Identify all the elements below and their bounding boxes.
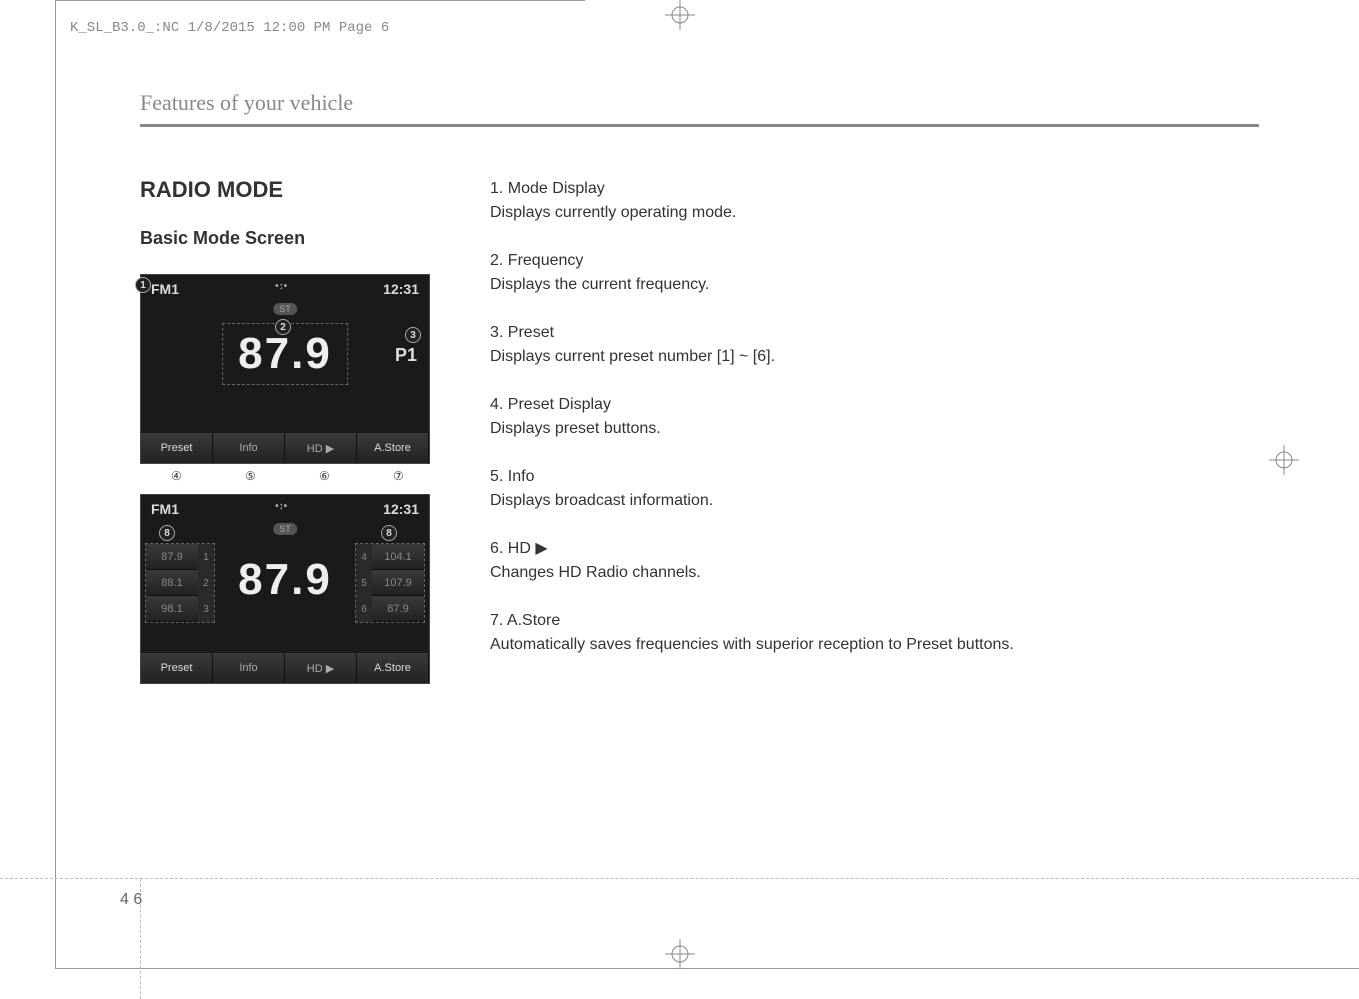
document-header-info: K_SL_B3.0_:NC 1/8/2015 12:00 PM Page 6 <box>70 20 389 36</box>
desc-body: Displays the current frequency. <box>490 276 709 293</box>
print-guide-top <box>55 0 585 1</box>
astore-button[interactable]: A.Store <box>357 433 429 463</box>
callout-6: ⑥ <box>319 469 330 483</box>
registration-mark-top <box>665 0 695 30</box>
desc-title: 4. Preset Display <box>490 393 1259 417</box>
desc-body: Displays currently operating mode. <box>490 204 736 221</box>
preset-num-5: 5 <box>356 570 372 596</box>
desc-mode-display: 1. Mode Display Displays currently opera… <box>490 177 1259 225</box>
section-header: Features of your vehicle <box>140 90 1259 127</box>
callout-7: ⑦ <box>393 469 404 483</box>
desc-body: Automatically saves frequencies with sup… <box>490 636 1014 653</box>
signal-icon: •↕• <box>275 281 287 297</box>
preset-3[interactable]: 98.1 <box>146 596 198 622</box>
callout-4: ④ <box>171 469 182 483</box>
preset-num-3: 3 <box>198 596 214 622</box>
preset-button[interactable]: Preset <box>141 433 213 463</box>
callout-5: ⑤ <box>245 469 256 483</box>
preset-indicator: P1 <box>395 345 417 366</box>
print-guide-left <box>55 0 56 969</box>
preset-num-1: 1 <box>198 544 214 570</box>
preset-button[interactable]: Preset <box>141 653 213 683</box>
preset-4[interactable]: 104.1 <box>372 544 424 570</box>
callout-1: 1 <box>135 277 151 293</box>
callout-2: 2 <box>275 319 291 335</box>
desc-title: 3. Preset <box>490 321 1259 345</box>
main-heading: RADIO MODE <box>140 177 430 203</box>
desc-title: 5. Info <box>490 465 1259 489</box>
hd-button[interactable]: HD ▶ <box>285 653 357 683</box>
info-button[interactable]: Info <box>213 653 285 683</box>
preset-6[interactable]: 87.9 <box>372 596 424 622</box>
button-bar: Preset Info HD ▶ A.Store <box>141 433 429 463</box>
clock: 12:31 <box>383 501 419 517</box>
callout-8-left: 8 <box>159 525 175 541</box>
desc-hd: 6. HD ▶ Changes HD Radio channels. <box>490 537 1259 585</box>
radio-screenshot-1: FM1 •↕• 12:31 ST 87.9 P1 1 2 3 Preset In… <box>140 274 430 464</box>
print-guide-bottom <box>55 968 1359 969</box>
preset-5[interactable]: 107.9 <box>372 570 424 596</box>
radio-screenshot-2: FM1 •↕• 12:31 ST 87.9 87.91 88.12 98.13 … <box>140 494 430 684</box>
registration-mark-bottom <box>665 939 695 969</box>
preset-1[interactable]: 87.9 <box>146 544 198 570</box>
info-button[interactable]: Info <box>213 433 285 463</box>
mode-label: FM1 <box>151 281 179 297</box>
callout-3: 3 <box>405 327 421 343</box>
desc-title: 2. Frequency <box>490 249 1259 273</box>
desc-body: Displays current preset number [1] ~ [6]… <box>490 348 775 365</box>
dashed-guide-horizontal <box>0 878 1359 879</box>
callout-8-right: 8 <box>381 525 397 541</box>
page-number: 4 6 <box>120 891 142 909</box>
preset-num-6: 6 <box>356 596 372 622</box>
desc-title: 1. Mode Display <box>490 177 1259 201</box>
mode-label: FM1 <box>151 501 179 517</box>
preset-list-right: 4104.1 5107.9 687.9 <box>355 543 425 623</box>
desc-preset-display: 4. Preset Display Displays preset button… <box>490 393 1259 441</box>
desc-body: Displays preset buttons. <box>490 420 661 437</box>
sub-heading: Basic Mode Screen <box>140 228 430 249</box>
preset-2[interactable]: 88.1 <box>146 570 198 596</box>
desc-title: 7. A.Store <box>490 609 1259 633</box>
stereo-badge: ST <box>273 523 297 535</box>
button-bar: Preset Info HD ▶ A.Store <box>141 653 429 683</box>
frequency-display: 87.9 <box>238 555 332 605</box>
preset-num-2: 2 <box>198 570 214 596</box>
clock: 12:31 <box>383 281 419 297</box>
desc-frequency: 2. Frequency Displays the current freque… <box>490 249 1259 297</box>
desc-body: Displays broadcast information. <box>490 492 713 509</box>
preset-list-left: 87.91 88.12 98.13 <box>145 543 215 623</box>
astore-button[interactable]: A.Store <box>357 653 429 683</box>
signal-icon: •↕• <box>275 501 287 517</box>
hd-button[interactable]: HD ▶ <box>285 433 357 463</box>
desc-body: Changes HD Radio channels. <box>490 564 701 581</box>
registration-mark-right <box>1269 445 1299 475</box>
stereo-badge: ST <box>273 303 297 315</box>
desc-astore: 7. A.Store Automatically saves frequenci… <box>490 609 1259 657</box>
desc-preset: 3. Preset Displays current preset number… <box>490 321 1259 369</box>
desc-title: 6. HD ▶ <box>490 537 1259 561</box>
preset-num-4: 4 <box>356 544 372 570</box>
desc-info: 5. Info Displays broadcast information. <box>490 465 1259 513</box>
